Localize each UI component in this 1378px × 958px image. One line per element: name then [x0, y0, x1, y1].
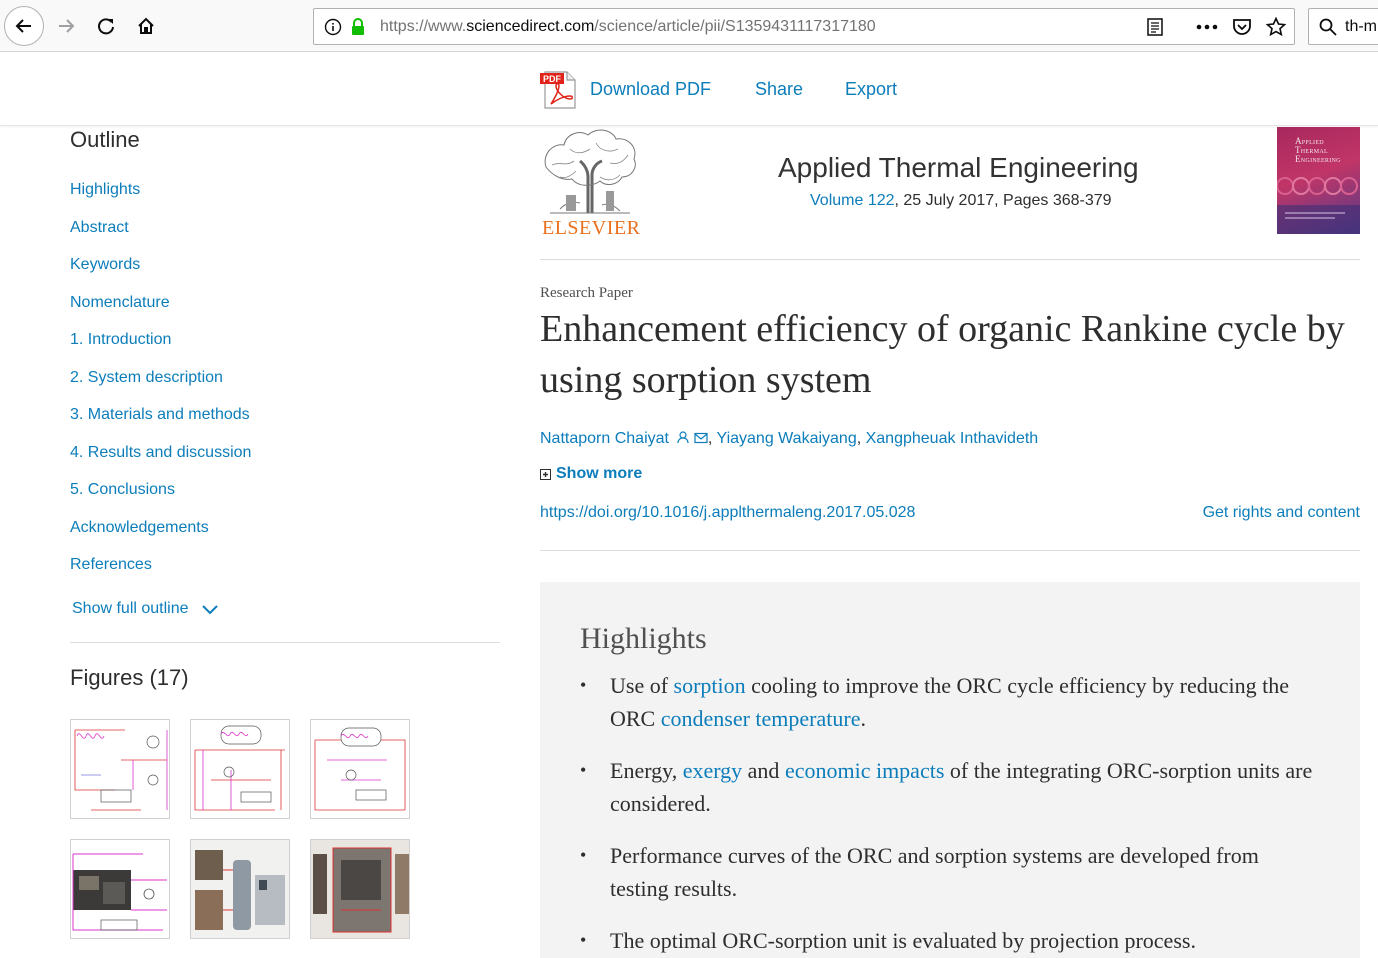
- outline-item-abstract[interactable]: Abstract: [70, 219, 129, 237]
- author-link-1[interactable]: Nattaporn Chaiyat: [540, 430, 669, 447]
- elsevier-tree-icon: [544, 129, 636, 214]
- article-toolbar: PDF Download PDF Share Export: [0, 52, 1378, 126]
- pdf-icon[interactable]: PDF: [539, 70, 579, 110]
- forward-button[interactable]: [48, 8, 84, 44]
- header-divider: [540, 259, 1360, 260]
- elsevier-logo[interactable]: ELSEVIER: [540, 127, 641, 239]
- sidebar-divider: [70, 642, 500, 643]
- arrow-left-icon: [15, 19, 31, 33]
- outline-item-references[interactable]: References: [70, 556, 152, 574]
- reload-button[interactable]: [88, 8, 124, 44]
- cover-pattern-image: [1277, 177, 1358, 195]
- journal-cover-image[interactable]: Applied Thermal Engineering: [1277, 127, 1360, 234]
- more-actions-icon[interactable]: [1196, 24, 1218, 30]
- author-link-3[interactable]: Xangpheuak Inthavideth: [866, 430, 1039, 447]
- outline-item-system-description[interactable]: 2. System description: [70, 369, 223, 387]
- condenser-temperature-link[interactable]: condenser temperature: [661, 706, 861, 731]
- home-button[interactable]: [128, 8, 164, 44]
- figure-thumbnail-4[interactable]: [70, 839, 170, 939]
- back-button[interactable]: [4, 6, 44, 46]
- pocket-icon[interactable]: [1232, 18, 1252, 36]
- outline-item-highlights[interactable]: Highlights: [70, 181, 140, 199]
- show-full-outline-button[interactable]: Show full outline: [72, 600, 219, 618]
- plus-box-icon: [540, 468, 551, 480]
- search-bar[interactable]: th-m: [1308, 8, 1378, 45]
- figures-title: Figures (17): [70, 665, 189, 690]
- outline-item-nomenclature[interactable]: Nomenclature: [70, 294, 170, 312]
- svg-text:PDF: PDF: [543, 74, 562, 84]
- figure-diagram-image: [194, 725, 285, 811]
- elsevier-wordmark: ELSEVIER: [542, 217, 641, 239]
- doi-link[interactable]: https://doi.org/10.1016/j.applthermaleng…: [540, 504, 915, 522]
- doi-divider: [540, 550, 1360, 551]
- reader-view-icon[interactable]: [1146, 18, 1164, 36]
- figure-photo-image: [311, 840, 409, 938]
- search-icon: [1319, 18, 1337, 36]
- list-item: Use of sorption cooling to improve the O…: [580, 669, 1320, 735]
- highlights-title: Highlights: [580, 622, 707, 655]
- show-more-label: Show more: [556, 465, 643, 482]
- chevron-down-icon: [202, 605, 218, 615]
- search-text[interactable]: th-m: [1345, 18, 1377, 36]
- url-bar[interactable]: https://www.sciencedirect.com/science/ar…: [313, 8, 1295, 45]
- outline-item-acknowledgements[interactable]: Acknowledgements: [70, 519, 209, 537]
- outline-item-materials-methods[interactable]: 3. Materials and methods: [70, 406, 250, 424]
- outline-item-results[interactable]: 4. Results and discussion: [70, 444, 251, 462]
- outline-item-introduction[interactable]: 1. Introduction: [70, 331, 171, 349]
- figure-thumbnail-1[interactable]: [70, 719, 170, 819]
- reload-icon: [98, 18, 114, 35]
- cover-footer-image: [1277, 205, 1360, 234]
- volume-details: , 25 July 2017, Pages 368-379: [894, 192, 1112, 209]
- figure-thumbnail-3[interactable]: [310, 719, 410, 819]
- outline-item-conclusions[interactable]: 5. Conclusions: [70, 481, 175, 499]
- author-separator: ,: [856, 430, 866, 447]
- url-text[interactable]: https://www.sciencedirect.com/science/ar…: [380, 18, 876, 36]
- share-link[interactable]: Share: [755, 79, 803, 100]
- cover-title: Applied Thermal Engineering: [1295, 136, 1341, 164]
- sorption-link[interactable]: sorption: [674, 673, 746, 698]
- download-pdf-link[interactable]: Download PDF: [590, 79, 711, 100]
- browser-toolbar: https://www.sciencedirect.com/science/ar…: [0, 0, 1378, 52]
- volume-link[interactable]: Volume 122: [810, 192, 895, 209]
- info-icon[interactable]: [324, 18, 342, 36]
- list-item: The optimal ORC-sorption unit is evaluat…: [580, 924, 1320, 957]
- show-more-button[interactable]: Show more: [540, 465, 642, 483]
- bookmark-star-icon[interactable]: [1266, 17, 1286, 37]
- figure-diagram-image: [314, 727, 406, 811]
- article-title: Enhancement efficiency of organic Rankin…: [540, 308, 1345, 401]
- get-rights-link[interactable]: Get rights and content: [1203, 504, 1360, 522]
- outline-title: Outline: [70, 127, 140, 152]
- article-type: Research Paper: [540, 285, 633, 301]
- figure-thumbnail-5[interactable]: [190, 839, 290, 939]
- figure-thumbnail-6[interactable]: [310, 839, 410, 939]
- list-item: Performance curves of the ORC and sorpti…: [580, 839, 1320, 905]
- figure-photo-image: [72, 853, 167, 931]
- economic-impacts-link[interactable]: economic impacts: [785, 758, 944, 783]
- figure-diagram-image: [74, 729, 168, 811]
- journal-title[interactable]: Applied Thermal Engineering: [778, 152, 1139, 184]
- author-link-2[interactable]: Yiayang Wakaiyang: [716, 430, 856, 447]
- person-icon[interactable]: [677, 431, 690, 444]
- home-icon: [138, 17, 154, 34]
- exergy-link[interactable]: exergy: [683, 758, 742, 783]
- author-list: Nattaporn Chaiyat , Yiayang Wakaiyang, X…: [540, 430, 1038, 448]
- arrow-right-icon: [59, 19, 75, 33]
- highlights-section: Highlights Use of sorption cooling to im…: [540, 582, 1360, 958]
- figure-thumbnail-2[interactable]: [190, 719, 290, 819]
- figure-photo-image: [191, 840, 289, 938]
- journal-volume-info: Volume 122, 25 July 2017, Pages 368-379: [810, 192, 1112, 210]
- list-item: Energy, exergy and economic impacts of t…: [580, 754, 1320, 820]
- export-link[interactable]: Export: [845, 79, 897, 100]
- lock-icon[interactable]: [350, 17, 366, 37]
- highlights-list: Use of sorption cooling to improve the O…: [580, 669, 1320, 958]
- envelope-icon[interactable]: [694, 432, 708, 444]
- outline-item-keywords[interactable]: Keywords: [70, 256, 140, 274]
- show-full-outline-label: Show full outline: [72, 600, 189, 617]
